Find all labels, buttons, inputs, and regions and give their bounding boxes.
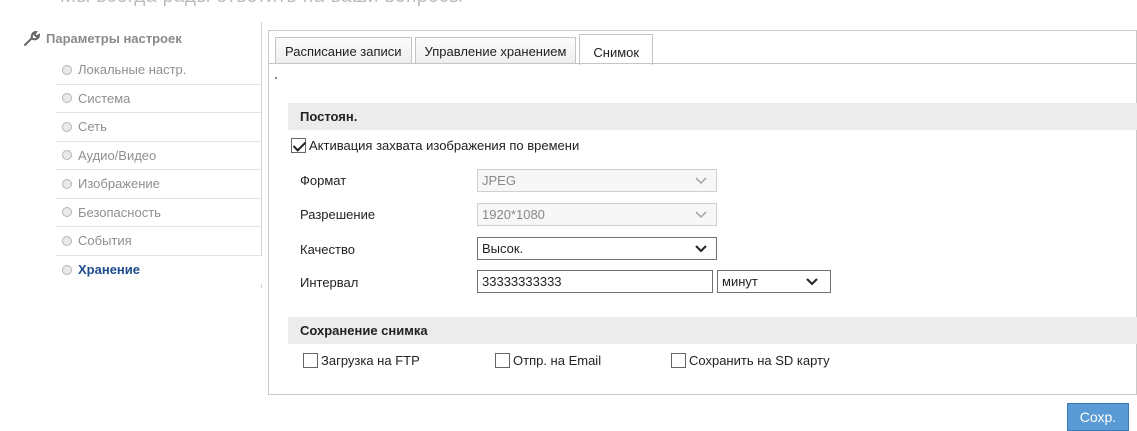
dot-mark <box>275 77 277 79</box>
resolution-value: 1920*1080 <box>482 207 545 222</box>
quality-value: Высок. <box>482 241 524 256</box>
sd-save-row: Сохранить на SD карту <box>671 353 830 368</box>
sidebar-item-system[interactable]: Система <box>56 85 261 113</box>
settings-sidebar: Параметры настроек Локальные настр. Сист… <box>8 22 263 288</box>
radio-dot-icon <box>62 207 72 218</box>
email-send-label: Отпр. на Email <box>513 353 602 368</box>
interval-unit-value: минут <box>722 274 758 289</box>
sidebar-item-network[interactable]: Сеть <box>56 113 261 142</box>
tab-storage-management[interactable]: Управление хранением <box>414 37 577 64</box>
format-label: Формат <box>300 173 347 188</box>
chevron-down-icon <box>695 245 707 253</box>
interval-input[interactable]: 33333333333 <box>477 270 713 293</box>
section-title: Сохранение снимка <box>300 323 428 338</box>
radio-dot-icon <box>62 121 72 132</box>
sidebar-item-label: Система <box>78 90 131 106</box>
radio-dot-icon <box>62 93 72 104</box>
email-send-checkbox[interactable] <box>495 353 510 368</box>
format-value: JPEG <box>482 173 516 188</box>
ftp-upload-row: Загрузка на FTP <box>303 353 420 368</box>
header-text: Мы всегда рады ответить на ваши вопросы <box>60 0 463 8</box>
sidebar-item-storage[interactable]: Хранение <box>56 255 263 284</box>
interval-value: 33333333333 <box>482 274 562 289</box>
sidebar-item-audio-video[interactable]: Аудио/Видео <box>56 142 261 170</box>
enable-timing-checkbox[interactable] <box>291 138 306 153</box>
tab-label: Расписание записи <box>285 43 402 59</box>
radio-dot-icon <box>62 264 72 275</box>
tab-bar: Расписание записи Управление хранением С… <box>275 34 656 65</box>
save-button[interactable]: Сохр. <box>1067 403 1129 431</box>
sidebar-item-label: Локальные настр. <box>78 62 187 78</box>
tab-label: Снимок <box>593 44 640 60</box>
tab-snapshot[interactable]: Снимок <box>579 34 654 65</box>
tab-label: Управление хранением <box>424 43 567 59</box>
email-send-row: Отпр. на Email <box>495 353 601 368</box>
sidebar-item-label: Изображение <box>78 176 160 192</box>
radio-dot-icon <box>62 235 72 246</box>
save-section-header: Сохранение снимка <box>288 317 1137 344</box>
chevron-down-icon <box>806 278 818 286</box>
ftp-upload-label: Загрузка на FTP <box>321 353 420 368</box>
radio-dot-icon <box>62 64 72 75</box>
quality-select[interactable]: Высок. <box>477 237 717 260</box>
cropped-header-text: Мы всегда рады ответить на ваши вопросы <box>0 0 1137 8</box>
wrench-icon <box>24 30 40 46</box>
sd-save-checkbox[interactable] <box>671 353 686 368</box>
save-button-label: Сохр. <box>1079 409 1117 425</box>
main-panel: Расписание записи Управление хранением С… <box>268 30 1137 395</box>
enable-timing-row: Активация захвата изображения по времени <box>291 138 579 153</box>
sidebar-item-security[interactable]: Безопасность <box>56 199 261 227</box>
chevron-down-icon <box>695 211 707 219</box>
sidebar-item-label: События <box>78 233 132 249</box>
interval-label: Интервал <box>300 275 359 290</box>
sd-save-label: Сохранить на SD карту <box>689 353 830 368</box>
enable-timing-label: Активация захвата изображения по времени <box>309 138 580 153</box>
chevron-down-icon <box>695 177 707 185</box>
format-select[interactable]: JPEG <box>477 169 717 192</box>
sidebar-item-label: Аудио/Видео <box>78 147 157 163</box>
section-title: Постоян. <box>300 109 358 124</box>
sidebar-item-label: Хранение <box>78 262 140 278</box>
sidebar-header: Параметры настроек <box>22 28 182 48</box>
tab-record-schedule[interactable]: Расписание записи <box>275 37 412 64</box>
sidebar-item-image[interactable]: Изображение <box>56 170 261 199</box>
interval-unit-select[interactable]: минут <box>717 270 831 293</box>
radio-dot-icon <box>62 150 72 161</box>
sidebar-item-label: Сеть <box>78 119 107 135</box>
quality-label: Качество <box>300 242 355 257</box>
radio-dot-icon <box>62 178 72 189</box>
sidebar-item-local[interactable]: Локальные настр. <box>56 56 261 85</box>
resolution-label: Разрешение <box>300 207 376 222</box>
timing-section-header: Постоян. <box>288 103 1137 130</box>
ftp-upload-checkbox[interactable] <box>303 353 318 368</box>
tab-divider <box>269 63 1136 64</box>
sidebar-item-events[interactable]: События <box>56 227 261 256</box>
resolution-select[interactable]: 1920*1080 <box>477 203 717 226</box>
sidebar-item-label: Безопасность <box>78 204 161 220</box>
sidebar-menu: Локальные настр. Система Сеть Аудио/Виде… <box>56 56 263 284</box>
sidebar-title: Параметры настроек <box>46 30 182 46</box>
